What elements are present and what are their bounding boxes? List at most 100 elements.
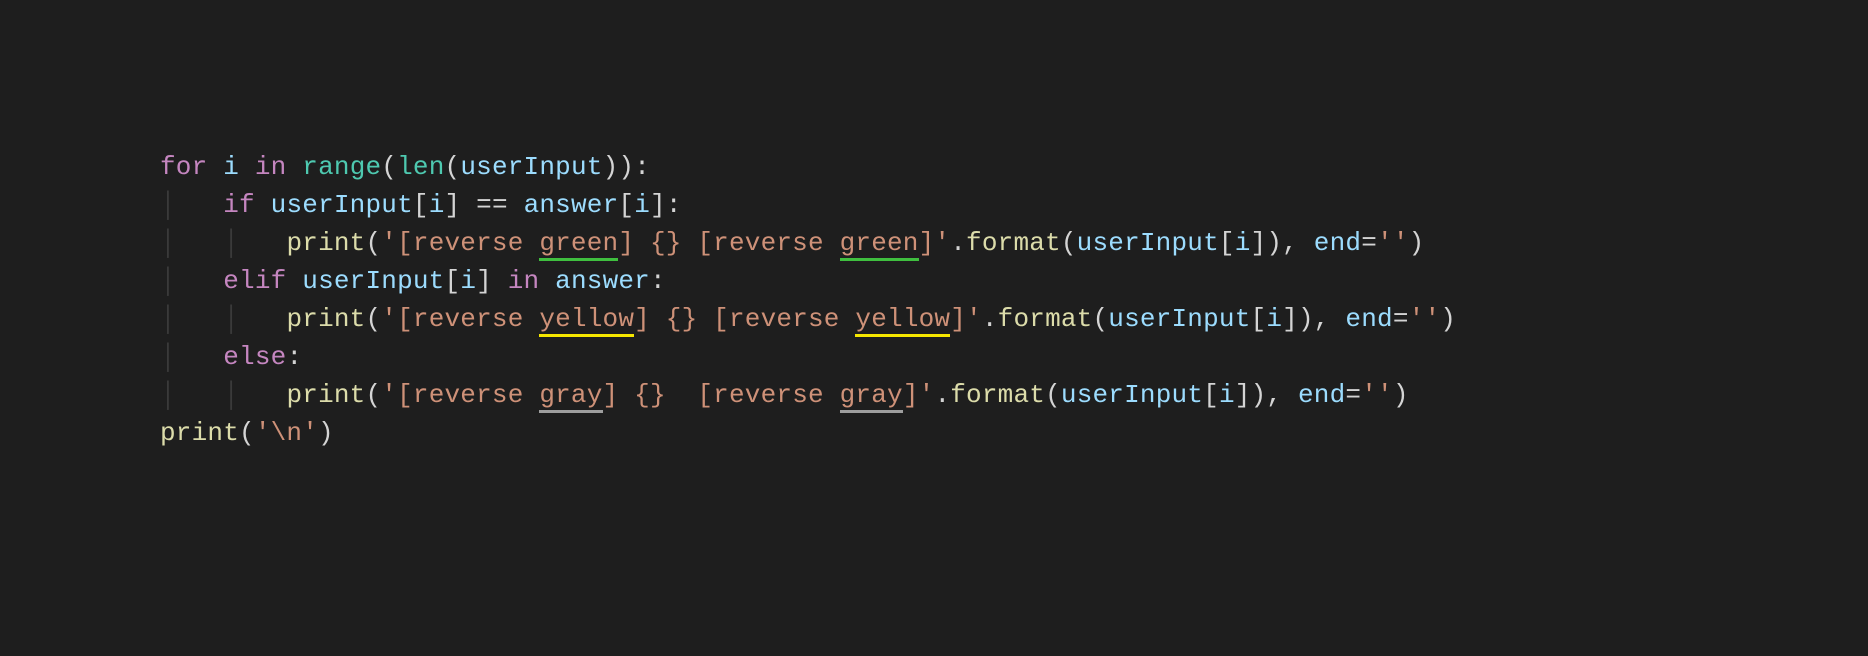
dot: . — [982, 304, 998, 334]
string-literal: '[reverse — [381, 380, 539, 410]
code-line: for i in range(len(userInput)): — [160, 152, 650, 182]
bracket-open: [ — [1251, 304, 1267, 334]
string-empty: '' — [1377, 228, 1409, 258]
variable-userInput: userInput — [271, 190, 413, 220]
variable-answer: answer — [524, 190, 619, 220]
string-placeholder: {} — [650, 228, 682, 258]
string-green-underlined: green — [840, 228, 919, 261]
paren-open: ( — [365, 304, 381, 334]
variable-i: i — [223, 152, 239, 182]
variable-userInput: userInput — [460, 152, 602, 182]
variable-i: i — [460, 266, 476, 296]
code-line: │ │ print('[reverse yellow] {} [reverse … — [160, 304, 1456, 337]
keyword-in: in — [508, 266, 540, 296]
paren-close: ) — [318, 418, 334, 448]
bracket-close: ] — [476, 266, 492, 296]
paren-close: ) — [1393, 380, 1409, 410]
bracket-open: [ — [618, 190, 634, 220]
keyword-elif: elif — [223, 266, 286, 296]
comma: , — [1314, 304, 1330, 334]
dot: . — [934, 380, 950, 410]
variable-userInput: userInput — [302, 266, 444, 296]
colon: : — [286, 342, 302, 372]
keyword-in: in — [255, 152, 287, 182]
function-print: print — [286, 228, 365, 258]
string-literal — [666, 380, 682, 410]
colon: : — [666, 190, 682, 220]
string-literal: '[reverse — [381, 228, 539, 258]
paren-open: ( — [365, 380, 381, 410]
code-line: │ else: — [160, 342, 302, 372]
string-literal: ]' — [903, 380, 935, 410]
variable-userInput: userInput — [1061, 380, 1203, 410]
paren-open: ( — [1092, 304, 1108, 334]
bracket-close: ] — [1282, 304, 1298, 334]
variable-userInput: userInput — [1077, 228, 1219, 258]
indent-guide: │ — [160, 228, 176, 258]
paren-open: ( — [365, 228, 381, 258]
indent-guide: │ — [160, 342, 176, 372]
string-newline: '\n' — [255, 418, 318, 448]
paren-close: ) — [1266, 228, 1282, 258]
colon: : — [650, 266, 666, 296]
paren-close: ) — [1409, 228, 1425, 258]
kwarg-end: end — [1314, 228, 1361, 258]
variable-i: i — [1219, 380, 1235, 410]
function-print: print — [286, 380, 365, 410]
indent-guide: │ — [160, 304, 176, 334]
paren-open: ( — [1045, 380, 1061, 410]
variable-answer: answer — [555, 266, 650, 296]
assign: = — [1393, 304, 1409, 334]
variable-userInput: userInput — [1108, 304, 1250, 334]
string-empty: '' — [1361, 380, 1393, 410]
paren-close: ) — [603, 152, 619, 182]
bracket-open: [ — [1219, 228, 1235, 258]
bracket-open: [ — [413, 190, 429, 220]
string-literal: ] — [634, 304, 666, 334]
function-format: format — [998, 304, 1093, 334]
code-line: │ │ print('[reverse green] {} [reverse g… — [160, 228, 1424, 261]
function-format: format — [966, 228, 1061, 258]
indent-guide: │ — [223, 228, 239, 258]
bracket-close: ] — [650, 190, 666, 220]
string-literal: ] — [603, 380, 635, 410]
assign: = — [1345, 380, 1361, 410]
string-yellow-underlined: yellow — [539, 304, 634, 337]
string-literal: [reverse — [682, 228, 840, 258]
string-literal: [reverse — [697, 304, 855, 334]
bracket-close: ] — [445, 190, 461, 220]
builtin-range: range — [302, 152, 381, 182]
paren-open: ( — [445, 152, 461, 182]
keyword-else: else — [223, 342, 286, 372]
string-yellow-underlined: yellow — [855, 304, 950, 337]
indent-guide: │ — [223, 304, 239, 334]
variable-i: i — [429, 190, 445, 220]
kwarg-end: end — [1298, 380, 1345, 410]
bracket-open: [ — [1203, 380, 1219, 410]
variable-i: i — [1235, 228, 1251, 258]
builtin-len: len — [397, 152, 444, 182]
string-literal: '[reverse — [381, 304, 539, 334]
string-placeholder: {} — [666, 304, 698, 334]
code-line: │ elif userInput[i] in answer: — [160, 266, 666, 296]
code-editor[interactable]: for i in range(len(userInput)): │ if use… — [0, 0, 1868, 452]
string-gray-underlined: gray — [840, 380, 903, 413]
indent-guide: │ — [160, 190, 176, 220]
comma: , — [1282, 228, 1298, 258]
paren-close: ) — [1251, 380, 1267, 410]
string-green-underlined: green — [539, 228, 618, 261]
indent-guide: │ — [160, 380, 176, 410]
string-literal: [reverse — [682, 380, 840, 410]
operator-eq: == — [476, 190, 508, 220]
string-gray-underlined: gray — [539, 380, 602, 413]
string-placeholder: {} — [634, 380, 666, 410]
code-line: │ if userInput[i] == answer[i]: — [160, 190, 682, 220]
dot: . — [950, 228, 966, 258]
paren-close: ) — [1440, 304, 1456, 334]
indent-guide: │ — [223, 380, 239, 410]
paren-open: ( — [239, 418, 255, 448]
comma: , — [1266, 380, 1282, 410]
code-line: │ │ print('[reverse gray] {} [reverse gr… — [160, 380, 1409, 413]
assign: = — [1361, 228, 1377, 258]
paren-close: ) — [618, 152, 634, 182]
